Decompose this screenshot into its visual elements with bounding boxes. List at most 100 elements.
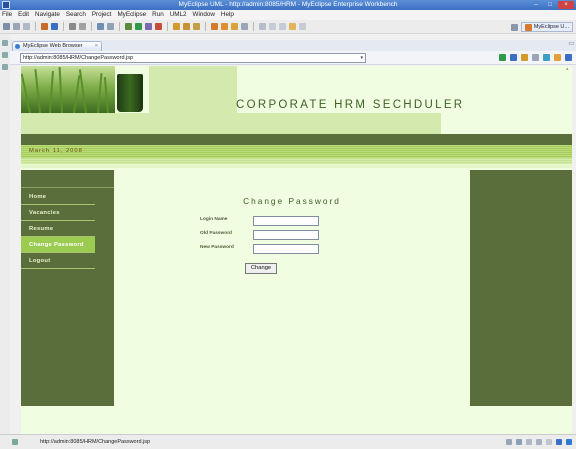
forward-icon[interactable] bbox=[299, 23, 306, 30]
memory-icon[interactable] bbox=[526, 439, 532, 445]
edit-icon[interactable] bbox=[554, 54, 561, 61]
minimized-view-icon[interactable] bbox=[2, 52, 8, 58]
form-title: Change Password bbox=[243, 196, 341, 206]
old-password-row: Old Password bbox=[200, 230, 400, 240]
sidebar-item-label: Home bbox=[29, 194, 47, 200]
help-icon[interactable] bbox=[566, 439, 572, 445]
settings-icon[interactable] bbox=[79, 23, 86, 30]
menu-window[interactable]: Window bbox=[193, 10, 215, 20]
stripe-bar-light bbox=[21, 164, 572, 168]
refresh-icon[interactable] bbox=[543, 54, 550, 61]
close-tab-icon[interactable]: × bbox=[95, 42, 98, 51]
main-toolbar: MyEclipse U... bbox=[0, 20, 576, 34]
vertical-scrollbar[interactable]: ▴ bbox=[566, 66, 574, 434]
db-icon[interactable] bbox=[97, 23, 104, 30]
sidebar-top-divider bbox=[21, 170, 114, 188]
window-title-bar: MyEclipse UML - http://admin:8085/HRM - … bbox=[0, 0, 576, 10]
back-nav-icon[interactable] bbox=[510, 54, 517, 61]
sidebar: Home Vacancies Resume Change Password Lo… bbox=[21, 170, 114, 406]
restore-icon[interactable] bbox=[2, 40, 8, 46]
server-icon[interactable] bbox=[41, 23, 48, 30]
prev-annotation-icon[interactable] bbox=[279, 23, 286, 30]
wheatgrass-glass-image bbox=[117, 74, 143, 112]
next-annotation-icon[interactable] bbox=[269, 23, 276, 30]
sidebar-item-logout[interactable]: Logout bbox=[21, 253, 95, 269]
toolbar-separator bbox=[253, 22, 254, 31]
open-resource-icon[interactable] bbox=[183, 23, 190, 30]
status-bar: http://admin:8085/HRM/ChangePassword.jsp bbox=[0, 434, 576, 449]
browser-viewport: CORPORATE HRM SECHDULER March 11, 2008 H… bbox=[21, 66, 572, 434]
sidebar-item-label: Logout bbox=[29, 258, 51, 264]
status-text: http://admin:8085/HRM/ChangePassword.jsp bbox=[40, 439, 151, 445]
folder-icon[interactable] bbox=[211, 23, 218, 30]
new-icon[interactable] bbox=[3, 23, 10, 30]
open-perspective-icon[interactable] bbox=[510, 23, 518, 31]
sidebar-item-vacancies[interactable]: Vacancies bbox=[21, 205, 95, 221]
window-title: MyEclipse UML - http://admin:8085/HRM - … bbox=[178, 1, 398, 8]
login-name-input[interactable] bbox=[253, 216, 319, 226]
forward-nav-icon[interactable] bbox=[521, 54, 528, 61]
perspective-myeclipse-uml[interactable]: MyEclipse U... bbox=[520, 22, 573, 32]
sidebar-item-resume[interactable]: Resume bbox=[21, 221, 95, 237]
menu-file[interactable]: File bbox=[2, 10, 12, 20]
minimize-button[interactable]: – bbox=[530, 1, 542, 9]
heap-icon[interactable] bbox=[536, 439, 542, 445]
progress-icon[interactable] bbox=[506, 439, 512, 445]
login-name-row: Login Name bbox=[200, 216, 400, 226]
perspective-label: MyEclipse U... bbox=[533, 24, 569, 30]
print-icon[interactable] bbox=[23, 23, 30, 30]
menu-navigate[interactable]: Navigate bbox=[35, 10, 60, 20]
open-type-icon[interactable] bbox=[173, 23, 180, 30]
deploy-icon[interactable] bbox=[51, 23, 58, 30]
current-date: March 11, 2008 bbox=[29, 148, 83, 154]
change-button[interactable]: Change bbox=[245, 263, 277, 274]
go-icon[interactable] bbox=[499, 54, 506, 61]
menu-help[interactable]: Help bbox=[221, 10, 234, 20]
chevron-down-icon[interactable]: ▾ bbox=[360, 54, 363, 62]
toolbar-separator bbox=[119, 22, 120, 31]
maximize-view-icon[interactable]: ▭ bbox=[568, 40, 574, 47]
pin-icon[interactable] bbox=[241, 23, 248, 30]
menu-uml2[interactable]: UML2 bbox=[170, 10, 187, 20]
gc-icon[interactable] bbox=[546, 439, 552, 445]
dropdown-icon[interactable] bbox=[107, 23, 114, 30]
package-icon[interactable] bbox=[221, 23, 228, 30]
console-icon[interactable] bbox=[516, 439, 522, 445]
home-icon[interactable] bbox=[565, 54, 572, 61]
url-input[interactable]: http://admin:8085/HRM/ChangePassword.jsp… bbox=[20, 53, 366, 63]
class-icon[interactable] bbox=[231, 23, 238, 30]
debug-icon[interactable] bbox=[125, 23, 132, 30]
new-password-input[interactable] bbox=[253, 244, 319, 254]
run-icon[interactable] bbox=[135, 23, 142, 30]
menu-myeclipse[interactable]: MyEclipse bbox=[117, 10, 146, 20]
menu-search[interactable]: Search bbox=[66, 10, 86, 20]
external-tools-icon[interactable] bbox=[155, 23, 162, 30]
menu-edit[interactable]: Edit bbox=[18, 10, 29, 20]
update-icon[interactable] bbox=[556, 439, 562, 445]
search-icon[interactable] bbox=[145, 23, 152, 30]
menu-run[interactable]: Run bbox=[152, 10, 164, 20]
build-icon[interactable] bbox=[69, 23, 76, 30]
header-green-block bbox=[149, 66, 237, 113]
wheatgrass-photo bbox=[21, 66, 115, 113]
tab-web-browser[interactable]: MyEclipse Web Browser × bbox=[12, 41, 102, 51]
annotation-icon[interactable] bbox=[259, 23, 266, 30]
browser-nav-icons bbox=[499, 54, 572, 61]
sidebar-item-home[interactable]: Home bbox=[21, 189, 95, 205]
close-button[interactable]: × bbox=[558, 1, 574, 9]
header-divider bbox=[21, 134, 572, 145]
task-icon[interactable] bbox=[193, 23, 200, 30]
url-text: http://admin:8085/HRM/ChangePassword.jsp bbox=[23, 55, 134, 61]
save-icon[interactable] bbox=[13, 23, 20, 30]
menu-project[interactable]: Project bbox=[92, 10, 112, 20]
sidebar-item-change-password[interactable]: Change Password bbox=[21, 237, 95, 253]
back-icon[interactable] bbox=[289, 23, 296, 30]
fast-view-icon[interactable] bbox=[12, 439, 18, 445]
outline-view-icon[interactable] bbox=[2, 64, 8, 70]
maximize-button[interactable]: □ bbox=[544, 1, 556, 9]
scroll-up-icon[interactable]: ▴ bbox=[566, 66, 574, 72]
old-password-input[interactable] bbox=[253, 230, 319, 240]
stop-icon[interactable] bbox=[532, 54, 539, 61]
tab-label: MyEclipse Web Browser bbox=[23, 43, 83, 49]
old-password-label: Old Password bbox=[200, 231, 232, 236]
